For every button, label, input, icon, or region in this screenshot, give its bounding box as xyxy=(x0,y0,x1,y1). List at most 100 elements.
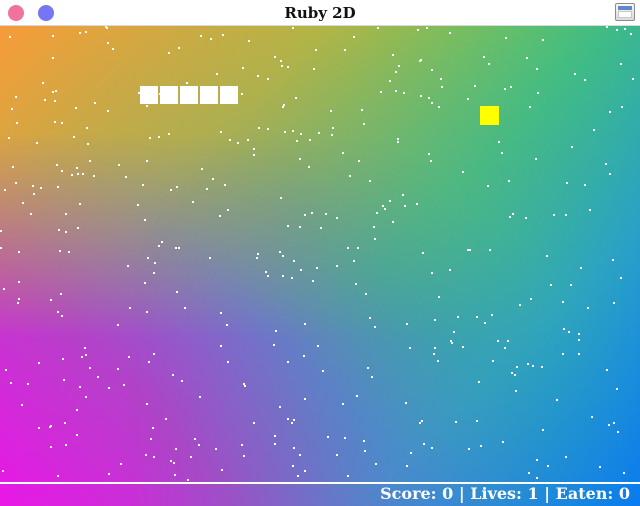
app-window: Ruby 2D Score: 0 | Lives: 1 | Eaten: 0 xyxy=(0,0,640,506)
star xyxy=(363,123,365,125)
star xyxy=(59,250,61,252)
star xyxy=(94,102,96,104)
star xyxy=(17,302,19,304)
star xyxy=(515,390,517,392)
star xyxy=(392,54,394,56)
star xyxy=(89,160,91,162)
star xyxy=(61,170,63,172)
star xyxy=(215,448,217,450)
star xyxy=(532,365,534,367)
star xyxy=(440,78,442,80)
star xyxy=(357,247,359,249)
star xyxy=(36,142,38,144)
window-maximize-icon xyxy=(618,6,632,10)
star xyxy=(68,251,70,253)
star xyxy=(613,302,615,304)
star xyxy=(273,344,275,346)
star xyxy=(433,353,435,355)
title-bar[interactable]: Ruby 2D xyxy=(0,0,640,26)
star xyxy=(63,379,65,381)
star xyxy=(476,316,478,318)
star xyxy=(123,384,125,386)
star xyxy=(292,465,294,467)
star xyxy=(591,416,593,418)
star xyxy=(21,404,23,406)
star xyxy=(82,173,84,175)
star xyxy=(257,253,259,255)
star xyxy=(127,265,129,267)
star xyxy=(3,288,5,290)
star xyxy=(315,49,317,51)
star xyxy=(0,247,2,249)
star xyxy=(303,355,305,357)
game-canvas[interactable]: Score: 0 | Lives: 1 | Eaten: 0 xyxy=(0,26,640,506)
star xyxy=(491,314,493,316)
star xyxy=(616,29,618,31)
star xyxy=(605,163,607,165)
star xyxy=(176,291,178,293)
star xyxy=(428,153,430,155)
star xyxy=(147,257,149,259)
star xyxy=(300,133,302,135)
star xyxy=(56,164,58,166)
food-item xyxy=(480,106,499,125)
star xyxy=(186,82,188,84)
star xyxy=(389,80,391,82)
star xyxy=(38,427,40,429)
star xyxy=(274,435,276,437)
star xyxy=(373,226,375,228)
star xyxy=(97,376,99,378)
star xyxy=(423,443,425,445)
snake-segment xyxy=(140,86,158,104)
star xyxy=(489,249,491,251)
star xyxy=(178,47,180,49)
star xyxy=(42,82,44,84)
maximize-button[interactable] xyxy=(615,3,635,21)
star xyxy=(578,353,580,355)
star xyxy=(371,376,373,378)
star xyxy=(419,422,421,424)
star xyxy=(587,307,589,309)
star xyxy=(86,127,88,129)
star xyxy=(18,281,20,283)
star xyxy=(536,459,538,461)
star xyxy=(398,65,400,67)
star xyxy=(377,27,379,29)
star xyxy=(304,470,306,472)
star xyxy=(220,345,222,347)
star xyxy=(361,109,363,111)
star xyxy=(198,444,200,446)
star xyxy=(60,293,62,295)
star xyxy=(565,456,567,458)
star xyxy=(620,63,622,65)
star xyxy=(15,96,17,98)
star xyxy=(449,32,451,34)
star xyxy=(406,323,408,325)
star xyxy=(510,86,512,88)
star xyxy=(287,225,289,227)
star xyxy=(152,427,154,429)
star xyxy=(380,91,382,93)
star xyxy=(566,182,568,184)
star xyxy=(299,226,301,228)
star xyxy=(216,73,218,75)
star xyxy=(226,324,228,326)
star xyxy=(336,265,338,267)
star xyxy=(389,200,391,202)
star xyxy=(244,385,246,387)
star xyxy=(253,154,255,156)
star xyxy=(243,455,245,457)
star xyxy=(509,216,511,218)
window-title: Ruby 2D xyxy=(284,4,356,22)
snake-head xyxy=(220,86,238,104)
star xyxy=(201,168,203,170)
star xyxy=(209,257,211,259)
star xyxy=(76,434,78,436)
snake-segment xyxy=(180,86,198,104)
star xyxy=(468,448,470,450)
star xyxy=(578,339,580,341)
star xyxy=(76,167,78,169)
star xyxy=(108,473,110,475)
star xyxy=(612,259,614,261)
star xyxy=(282,275,284,277)
